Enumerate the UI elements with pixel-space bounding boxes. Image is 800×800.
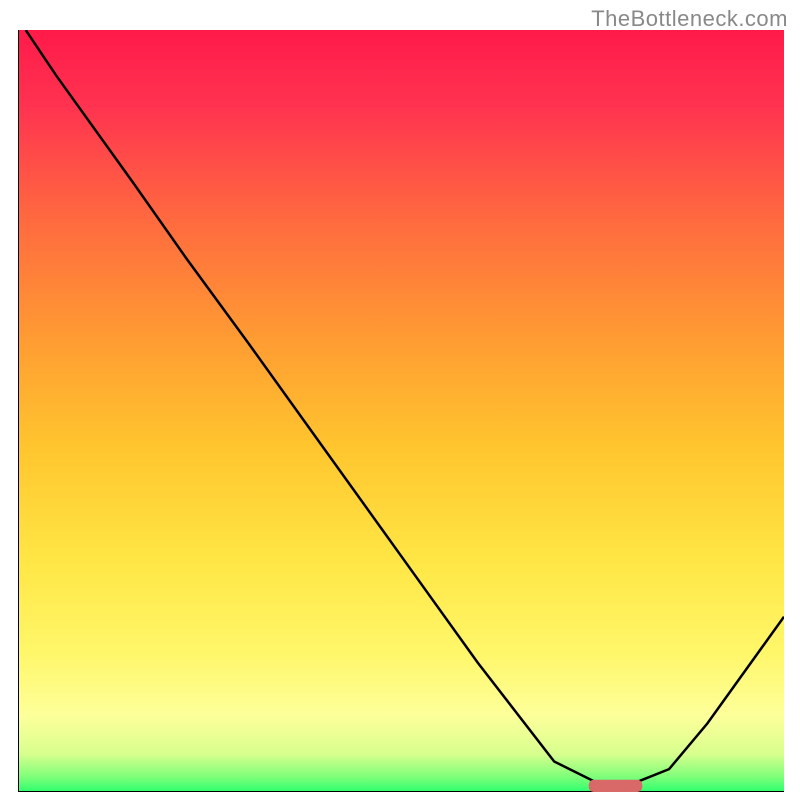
chart-container: TheBottleneck.com <box>0 0 800 800</box>
gradient-background <box>18 30 784 792</box>
plot-area <box>18 30 784 792</box>
optimum-marker <box>589 780 643 792</box>
watermark-text: TheBottleneck.com <box>591 6 788 32</box>
chart-svg <box>18 30 784 792</box>
